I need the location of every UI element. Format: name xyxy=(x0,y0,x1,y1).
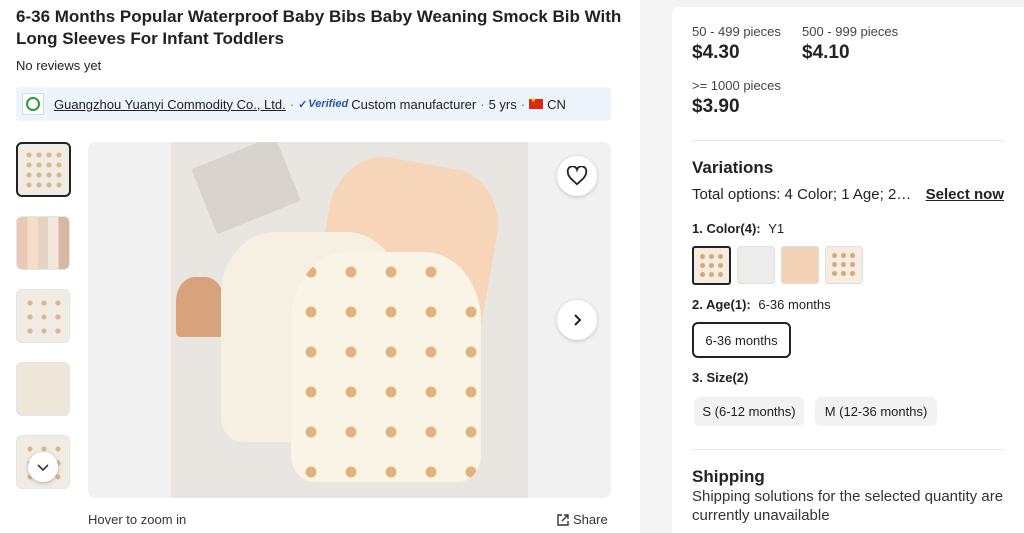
product-photo xyxy=(171,142,528,498)
shipping-text: Shipping solutions for the selected quan… xyxy=(692,488,1004,524)
supplier-years: 5 yrs xyxy=(488,96,517,112)
variations-title: Variations xyxy=(692,158,774,177)
product-main-column: 6-36 Months Popular Waterproof Baby Bibs… xyxy=(0,0,640,533)
heart-icon xyxy=(566,166,588,186)
age-option-label: 2. Age(1): 6-36 months xyxy=(692,297,831,312)
verified-check-icon: ✓ xyxy=(298,98,308,111)
tier-quantity: 500 - 999 pieces xyxy=(802,24,899,39)
size-option-s-button[interactable]: S (6-12 months) xyxy=(694,397,804,426)
tier-price: $4.30 xyxy=(692,42,740,63)
next-image-button[interactable] xyxy=(557,300,597,340)
share-label: Share xyxy=(573,512,608,527)
share-button[interactable]: Share xyxy=(556,512,608,527)
color-swatch-1[interactable] xyxy=(692,246,731,285)
price-tier-1: 50 - 499 pieces $4.30 xyxy=(692,24,781,64)
age-option-button[interactable]: 6-36 months xyxy=(692,322,791,358)
color-label: 1. Color(4): xyxy=(692,221,761,236)
thumbnail-3[interactable] xyxy=(16,289,70,343)
color-selected: Y1 xyxy=(768,221,785,236)
price-tier-3: >= 1000 pieces $3.90 xyxy=(692,78,781,118)
size-label: 3. Size(2) xyxy=(692,370,749,385)
purchase-panel: 50 - 499 pieces $4.30 500 - 999 pieces $… xyxy=(672,7,1024,533)
size-option-m-button[interactable]: M (12-36 months) xyxy=(815,397,937,426)
supplier-name-link[interactable]: Guangzhou Yuanyi Commodity Co., Ltd. xyxy=(54,97,286,112)
thumbnails-scroll-down-button[interactable] xyxy=(28,452,58,482)
main-product-image[interactable] xyxy=(88,142,611,498)
divider xyxy=(692,449,1004,450)
thumbnail-1[interactable] xyxy=(16,142,71,197)
verified-label: Verified xyxy=(308,98,349,110)
supplier-logo xyxy=(22,93,44,115)
share-icon xyxy=(557,513,569,526)
price-tier-2: 500 - 999 pieces $4.10 xyxy=(802,24,898,64)
size-option-label: 3. Size(2) xyxy=(692,370,748,385)
verified-badge: ✓ Verified xyxy=(298,98,348,111)
color-option-label: 1. Color(4): Y1 xyxy=(692,221,784,236)
favorite-button[interactable] xyxy=(557,156,597,196)
thumbnail-2[interactable] xyxy=(16,216,70,270)
variations-total: Total options: 4 Color; 1 Age; 2 Size xyxy=(692,186,912,203)
age-selected: 6-36 months xyxy=(758,297,831,312)
tier-price: $4.10 xyxy=(802,42,850,63)
reviews-text: No reviews yet xyxy=(16,58,102,73)
color-swatch-3[interactable] xyxy=(781,246,819,284)
shipping-title: Shipping xyxy=(692,467,765,486)
thumbnail-4[interactable] xyxy=(16,362,70,416)
separator: · xyxy=(520,96,526,112)
tier-quantity: >= 1000 pieces xyxy=(692,78,781,93)
supplier-type: Custom manufacturer xyxy=(351,96,477,112)
tier-quantity: 50 - 499 pieces xyxy=(692,24,781,39)
supplier-country: CN xyxy=(547,96,566,112)
tier-price: $3.90 xyxy=(692,96,740,117)
age-label: 2. Age(1): xyxy=(692,297,751,312)
color-swatch-4[interactable] xyxy=(825,246,863,284)
chevron-right-icon xyxy=(574,314,582,326)
separator: · xyxy=(289,96,295,112)
product-title: 6-36 Months Popular Waterproof Baby Bibs… xyxy=(16,7,622,48)
zoom-hint: Hover to zoom in xyxy=(88,512,187,527)
color-swatches xyxy=(692,246,863,285)
select-now-link[interactable]: Select now xyxy=(926,186,1004,203)
chevron-down-icon xyxy=(37,464,49,472)
china-flag-icon xyxy=(529,96,544,109)
separator: · xyxy=(480,96,485,112)
supplier-bar: Guangzhou Yuanyi Commodity Co., Ltd. · ✓… xyxy=(16,87,611,121)
divider xyxy=(692,140,1004,141)
color-swatch-2[interactable] xyxy=(737,246,775,284)
